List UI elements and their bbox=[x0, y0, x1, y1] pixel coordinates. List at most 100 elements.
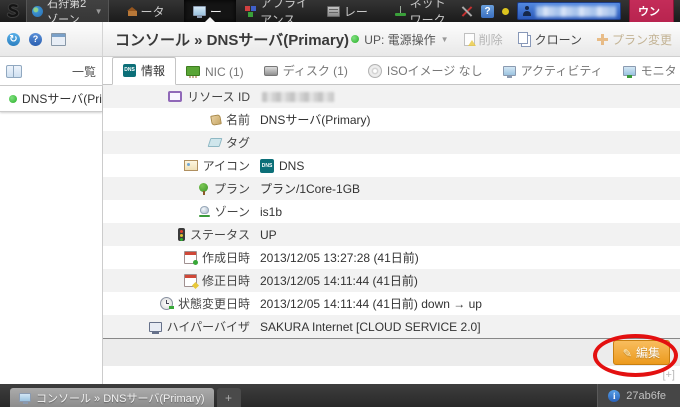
monitor-icon bbox=[19, 393, 31, 402]
home-icon bbox=[128, 11, 137, 16]
monitor-icon bbox=[623, 66, 636, 76]
row-label-text: 修正日時 bbox=[202, 272, 250, 289]
help-icon[interactable] bbox=[481, 5, 494, 18]
console-toolbar: コンソール » DNSサーバ(Primary) UP: 電源操作 削除 クローン… bbox=[0, 22, 680, 57]
tab-label: モニタ bbox=[641, 62, 677, 79]
main-menu: ステータス サーバ アプライアンス ストレージ ネットワーク bbox=[119, 0, 460, 22]
sidebar-header-label: 一覧 bbox=[72, 63, 96, 80]
row-value-text: 2013/12/05 14:11:44 (41日前) bbox=[250, 272, 418, 289]
row-value-text: is1b bbox=[250, 205, 282, 219]
sidebar-item-dns-server[interactable]: DNSサーバ(Primary) bbox=[0, 86, 102, 112]
row-label-text: プラン bbox=[214, 180, 250, 197]
revision-label: 27ab6fe bbox=[626, 390, 666, 402]
tags-icon bbox=[208, 138, 223, 147]
table-row-modified: 修正日時 2013/12/05 14:11:44 (41日前) bbox=[103, 269, 680, 292]
row-label-text: ステータス bbox=[190, 226, 250, 243]
name-tag-icon bbox=[210, 114, 222, 126]
row-value-text: DNSサーバ(Primary) bbox=[250, 111, 371, 128]
activity-monitor-icon bbox=[503, 66, 516, 76]
taskbar-tab-label: コンソール » DNSサーバ(Primary) bbox=[36, 390, 205, 406]
chevron-down-icon bbox=[95, 7, 103, 16]
power-status-dot-icon bbox=[351, 35, 359, 43]
redacted-account-name bbox=[536, 6, 616, 17]
edit-button-label: 編集 bbox=[636, 344, 660, 361]
table-row-plan: プラン プラン/1Core-1GB bbox=[103, 177, 680, 200]
server-detail-panel: 情報 NIC (1) ディスク (1) ISOイメージ なし アクティビティ モ… bbox=[103, 57, 680, 384]
user-icon bbox=[522, 6, 532, 17]
row-value-text: DNS bbox=[279, 159, 304, 173]
table-row-created: 作成日時 2013/12/05 13:27:28 (41日前) bbox=[103, 246, 680, 269]
calendar-edit-icon bbox=[184, 274, 197, 287]
table-row-zone: ゾーン is1b bbox=[103, 200, 680, 223]
tab-disk[interactable]: ディスク (1) bbox=[254, 58, 358, 84]
row-label-text: 名前 bbox=[226, 111, 250, 128]
detail-tabs: 情報 NIC (1) ディスク (1) ISOイメージ なし アクティビティ モ… bbox=[103, 57, 680, 85]
menu-item-network[interactable]: ネットワーク bbox=[386, 0, 460, 22]
nic-icon bbox=[186, 66, 200, 76]
zone-globe-icon bbox=[199, 206, 210, 217]
menu-item-server[interactable]: サーバ bbox=[184, 0, 236, 22]
table-row-state-changed: 状態変更日時 2013/12/05 14:11:44 (41日前) down →… bbox=[103, 292, 680, 315]
traffic-light-icon bbox=[178, 228, 185, 241]
tab-iso-image[interactable]: ISOイメージ なし bbox=[358, 58, 493, 84]
menu-item-status[interactable]: ステータス bbox=[119, 0, 184, 22]
account-name-button[interactable] bbox=[517, 2, 621, 20]
storage-icon bbox=[327, 6, 340, 17]
table-row-icon: アイコン DNS bbox=[103, 154, 680, 177]
table-row-resource-id: リソース ID bbox=[103, 85, 680, 108]
clone-icon bbox=[518, 32, 528, 44]
pencil-icon bbox=[623, 346, 632, 360]
sakura-cloud-logo bbox=[5, 1, 22, 21]
row-label-text: ゾーン bbox=[215, 203, 250, 220]
revision-indicator: 27ab6fe bbox=[597, 384, 680, 407]
table-row-hypervisor: ハイパーバイザ SAKURA Internet [CLOUD SERVICE 2… bbox=[103, 315, 680, 338]
menu-item-storage[interactable]: ストレージ bbox=[318, 0, 386, 22]
tab-activity[interactable]: アクティビティ bbox=[493, 58, 613, 84]
row-label-text: ハイパーバイザ bbox=[167, 318, 250, 335]
row-label-text: 作成日時 bbox=[202, 249, 250, 266]
tab-info[interactable]: 情報 bbox=[112, 57, 176, 85]
help-circle-icon[interactable] bbox=[29, 33, 42, 46]
tools-icon[interactable] bbox=[460, 5, 473, 18]
sidebar-item-label: DNSサーバ(Primary) bbox=[22, 90, 102, 107]
new-tab-button[interactable]: + bbox=[217, 388, 241, 407]
row-label-text: タグ bbox=[226, 134, 250, 151]
row-value-text: UP bbox=[250, 228, 277, 242]
tab-label: ISOイメージ なし bbox=[387, 62, 483, 79]
tab-label: 情報 bbox=[141, 62, 165, 79]
redacted-resource-id bbox=[262, 92, 334, 102]
server-icon bbox=[193, 6, 206, 16]
window-icon[interactable] bbox=[51, 33, 66, 46]
info-icon[interactable] bbox=[608, 390, 620, 402]
list-book-icon[interactable] bbox=[6, 65, 22, 78]
clock-icon bbox=[160, 297, 173, 310]
disk-icon bbox=[264, 66, 278, 76]
calendar-add-icon bbox=[184, 251, 197, 264]
power-dropdown[interactable]: UP: 電源操作 bbox=[364, 31, 435, 48]
row-value-text: 2013/12/05 14:11:44 (41日前) down → up bbox=[250, 295, 482, 312]
expand-toggle[interactable]: [+] bbox=[662, 369, 675, 381]
table-row-status: ステータス UP bbox=[103, 223, 680, 246]
taskbar-tab-console[interactable]: コンソール » DNSサーバ(Primary) bbox=[10, 388, 214, 407]
top-navigation-bar: 石狩第2ゾーン ステータス サーバ アプライアンス ストレージ ネットワーク bbox=[0, 0, 680, 22]
dns-badge-icon bbox=[260, 159, 274, 173]
table-row-tags: タグ bbox=[103, 131, 680, 154]
plan-change-icon bbox=[597, 34, 608, 45]
tab-monitor[interactable]: モニタ bbox=[613, 58, 680, 84]
menu-item-appliance[interactable]: アプライアンス bbox=[236, 0, 318, 22]
clone-button[interactable]: クローン bbox=[518, 31, 582, 48]
dns-badge-icon bbox=[123, 64, 136, 77]
plan-tree-icon bbox=[198, 183, 209, 195]
iso-disc-icon bbox=[368, 64, 382, 78]
sidebar-header: 一覧 bbox=[0, 57, 102, 86]
edit-button[interactable]: 編集 bbox=[613, 340, 670, 365]
plan-change-button: プラン変更 bbox=[597, 31, 672, 48]
tab-nic[interactable]: NIC (1) bbox=[176, 61, 254, 84]
status-dot-icon bbox=[9, 95, 17, 103]
toolbar-actions: UP: 電源操作 削除 クローン プラン変更 bbox=[351, 31, 672, 48]
refresh-icon[interactable] bbox=[7, 33, 20, 46]
chevron-down-icon[interactable] bbox=[441, 35, 449, 44]
row-label-text: 状態変更日時 bbox=[178, 295, 250, 312]
row-label-text: リソース ID bbox=[187, 88, 250, 105]
row-label-text: アイコン bbox=[203, 157, 250, 174]
